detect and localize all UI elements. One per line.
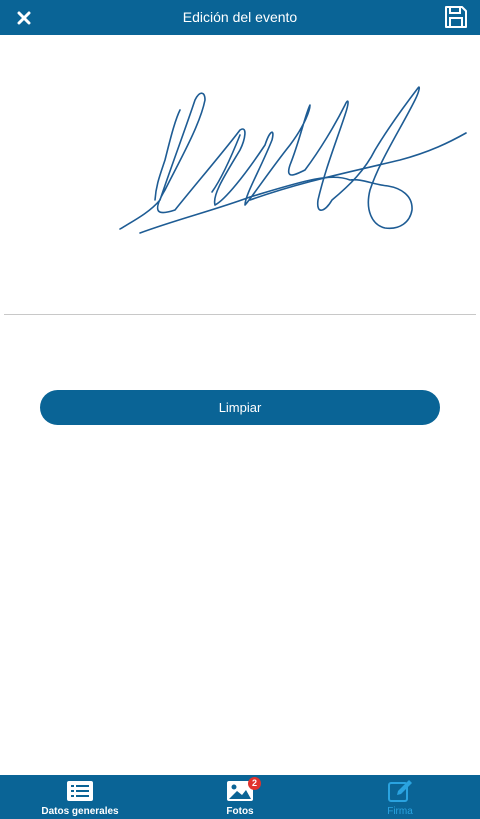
page-title: Edición del evento [182, 9, 298, 25]
tab-datos-generales[interactable]: Datos generales [0, 775, 160, 819]
bottom-tab-bar: Datos generales 2 Fotos Firma [0, 775, 480, 819]
signature-baseline [4, 314, 476, 315]
photo-count-badge: 2 [248, 777, 261, 790]
save-button[interactable] [442, 3, 470, 31]
list-card-icon [67, 781, 93, 801]
floppy-disk-icon [445, 6, 467, 28]
signature-stroke [119, 86, 467, 234]
tab-fotos[interactable]: 2 Fotos [160, 775, 320, 819]
signature-pad[interactable] [0, 35, 480, 315]
tab-label: Datos generales [41, 806, 119, 817]
clear-button[interactable]: Limpiar [40, 390, 440, 425]
tab-firma[interactable]: Firma [320, 775, 480, 819]
pencil-square-icon [388, 780, 412, 802]
tab-label: Firma [387, 806, 413, 817]
top-bar: Edición del evento [0, 0, 480, 35]
tab-label: Fotos [226, 806, 254, 817]
